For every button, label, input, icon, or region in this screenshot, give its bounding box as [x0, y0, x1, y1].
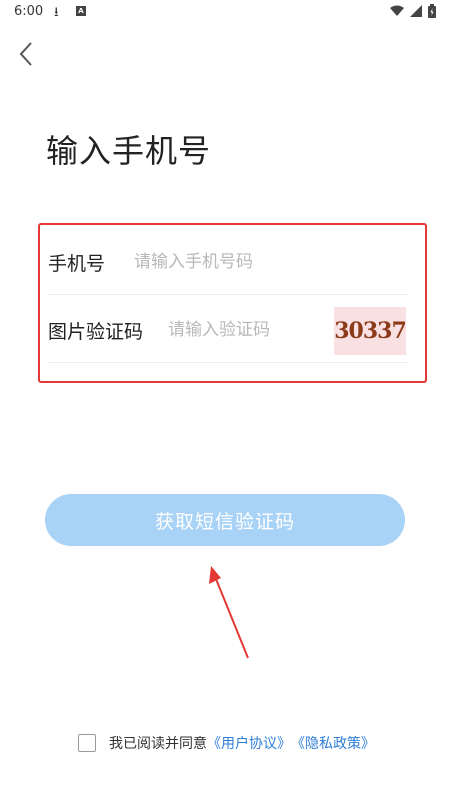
captcha-input[interactable] [168, 315, 328, 345]
phone-row: 手机号 [48, 229, 408, 295]
back-button[interactable] [8, 36, 44, 72]
get-sms-code-button[interactable]: 获取短信验证码 [45, 494, 405, 546]
login-form: 手机号 图片验证码 30337 [38, 223, 427, 383]
app-notification-icon: A [76, 6, 86, 16]
captcha-image[interactable]: 30337 [334, 307, 407, 355]
phone-input[interactable] [134, 247, 404, 277]
status-bar: 6:00 ⭳ A [0, 0, 450, 26]
signal-icon [410, 5, 422, 17]
phone-label: 手机号 [48, 253, 106, 275]
user-agreement-link[interactable]: 《用户协议》 [207, 733, 291, 753]
wifi-icon [390, 5, 404, 16]
privacy-policy-link[interactable]: 《隐私政策》 [291, 733, 375, 753]
captcha-label: 图片验证码 [48, 321, 144, 343]
battery-icon [428, 4, 436, 18]
chevron-left-icon [19, 42, 32, 66]
captcha-row: 图片验证码 30337 [48, 297, 408, 363]
status-icons [390, 4, 436, 18]
annotation-arrow [209, 566, 249, 659]
status-time: 6:00 [14, 4, 44, 19]
agreement-text: 我已阅读并同意 [109, 736, 207, 752]
download-icon: ⭳ [54, 5, 59, 20]
page-title: 输入手机号 [46, 132, 212, 170]
agreement-row: 我已阅读并同意 《用户协议》 《隐私政策》 [78, 733, 375, 753]
agreement-checkbox[interactable] [78, 734, 96, 752]
